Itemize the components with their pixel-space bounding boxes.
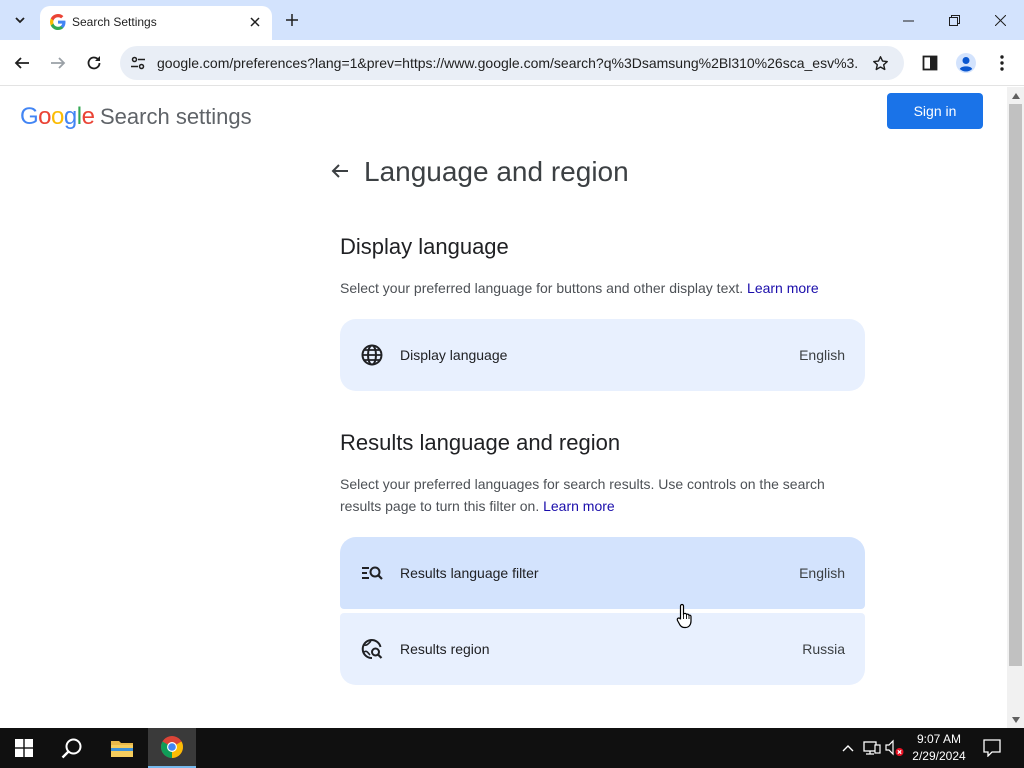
browser-toolbar: google.com/preferences?lang=1&prev=https…	[0, 40, 1024, 86]
chevron-down-icon	[15, 17, 25, 24]
chrome-icon	[161, 736, 183, 758]
results-language-filter-card[interactable]: Results language filter English	[340, 537, 865, 609]
close-window-button[interactable]	[978, 4, 1022, 36]
card-value: Russia	[802, 641, 845, 657]
notifications-button[interactable]	[982, 738, 1002, 758]
tray-overflow-button[interactable]	[838, 738, 858, 758]
star-icon	[872, 55, 888, 70]
tune-icon	[131, 56, 145, 70]
network-tray-button[interactable]	[862, 738, 882, 758]
volume-tray-button[interactable]	[885, 738, 905, 758]
page-content: Google Search settings Sign in Language …	[0, 87, 1007, 728]
clock-date: 2/29/2024	[912, 749, 966, 763]
profile-button[interactable]	[952, 49, 980, 77]
search-icon	[61, 738, 82, 759]
tab-close-button[interactable]	[246, 13, 264, 31]
new-tab-button[interactable]	[280, 9, 304, 31]
results-region-card[interactable]: Results region Russia	[340, 613, 865, 685]
results-language-description: Select your preferred languages for sear…	[340, 476, 825, 514]
folder-icon	[111, 741, 133, 757]
search-taskbar-button[interactable]	[48, 728, 96, 768]
tab-strip: Search Settings	[0, 0, 1024, 40]
active-tab[interactable]: Search Settings	[40, 6, 272, 40]
minimize-icon	[902, 20, 914, 21]
display-language-card[interactable]: Display language English	[340, 319, 865, 391]
tab-search-button[interactable]	[6, 7, 34, 33]
scroll-down-button[interactable]	[1007, 711, 1024, 728]
page-title: Language and region	[364, 156, 629, 187]
side-panel-icon	[922, 55, 938, 71]
reload-icon	[87, 56, 101, 70]
card-value: English	[799, 347, 845, 363]
tab-title: Search Settings	[72, 15, 157, 29]
region-search-icon	[360, 637, 384, 661]
back-button[interactable]	[8, 49, 36, 77]
learn-more-link[interactable]: Learn more	[543, 498, 615, 514]
app-title: Search settings	[100, 104, 252, 129]
triangle-up-icon	[1011, 92, 1020, 99]
menu-button[interactable]	[988, 49, 1016, 77]
reload-button[interactable]	[80, 49, 108, 77]
chevron-up-icon	[842, 745, 854, 752]
chrome-taskbar-button[interactable]	[148, 728, 196, 768]
network-icon	[863, 741, 881, 755]
google-logo[interactable]: Google	[20, 103, 95, 131]
page-scrollbar[interactable]	[1007, 87, 1024, 728]
globe-icon	[360, 343, 384, 367]
display-language-heading: Display language	[340, 234, 509, 259]
forward-button[interactable]	[44, 49, 72, 77]
card-label: Results region	[400, 641, 490, 657]
file-explorer-button[interactable]	[98, 728, 146, 768]
url-text[interactable]: google.com/preferences?lang=1&prev=https…	[157, 55, 857, 71]
close-icon	[994, 14, 1006, 26]
close-icon	[250, 17, 260, 27]
site-info-button[interactable]	[128, 53, 148, 73]
side-panel-button[interactable]	[916, 49, 944, 77]
restore-button[interactable]	[932, 4, 976, 36]
notification-icon	[983, 739, 1001, 757]
scrollbar-thumb[interactable]	[1009, 104, 1022, 666]
triangle-down-icon	[1011, 716, 1020, 723]
results-language-heading: Results language and region	[340, 430, 621, 455]
learn-more-link[interactable]: Learn more	[747, 280, 819, 296]
card-label: Results language filter	[400, 565, 539, 581]
taskbar-clock[interactable]: 9:07 AM 2/29/2024	[904, 731, 974, 765]
display-language-description: Select your preferred language for butto…	[340, 280, 819, 296]
volume-muted-icon	[885, 739, 904, 756]
back-arrow-button[interactable]	[328, 159, 352, 183]
filter-search-icon	[360, 561, 384, 585]
arrow-left-icon	[14, 57, 29, 69]
clock-time: 9:07 AM	[916, 732, 962, 746]
more-vert-icon	[1000, 55, 1004, 71]
bookmark-button[interactable]	[870, 53, 890, 73]
minimize-button[interactable]	[886, 4, 930, 36]
restore-icon	[948, 14, 960, 26]
address-bar[interactable]: google.com/preferences?lang=1&prev=https…	[120, 46, 904, 80]
card-label: Display language	[400, 347, 508, 363]
windows-logo-icon	[15, 739, 33, 757]
google-favicon-icon	[50, 14, 66, 30]
windows-taskbar: 9:07 AM 2/29/2024	[0, 728, 1024, 768]
hand-cursor-icon	[676, 603, 692, 629]
arrow-right-icon	[51, 57, 66, 69]
start-button[interactable]	[0, 728, 48, 768]
scroll-up-button[interactable]	[1007, 87, 1024, 104]
card-value: English	[799, 565, 845, 581]
plus-icon	[286, 14, 298, 26]
arrow-left-icon	[331, 164, 348, 178]
sign-in-button[interactable]: Sign in	[887, 93, 983, 129]
profile-icon	[956, 53, 976, 73]
